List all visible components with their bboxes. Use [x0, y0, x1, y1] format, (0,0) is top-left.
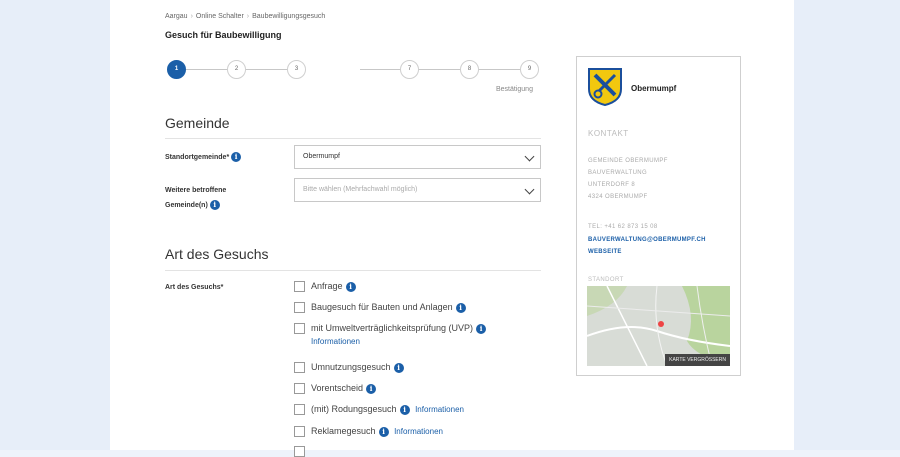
- info-icon[interactable]: i: [378, 426, 389, 437]
- step-8[interactable]: 8: [460, 60, 479, 79]
- location-map[interactable]: KARTE VERGRÖSSERN: [587, 286, 730, 366]
- section-title-art: Art des Gesuchs: [165, 246, 269, 262]
- checkbox[interactable]: [294, 362, 305, 374]
- divider: [165, 138, 541, 139]
- email-link[interactable]: BAUVERWALTUNG@OBERMUMPF.CH: [588, 237, 706, 243]
- address-line: UNTERDORF 8: [588, 182, 636, 188]
- checkbox[interactable]: [294, 383, 305, 395]
- option-label: mit Umweltverträglichkeitsprüfung (UVP): [311, 323, 474, 333]
- chevron-down-icon: [524, 184, 535, 195]
- option-label: Umnutzungsgesuch: [311, 362, 391, 372]
- breadcrumb-item[interactable]: Online Schalter: [196, 13, 244, 20]
- stepper-line: [360, 69, 530, 70]
- phone-number: TEL: +41 62 873 15 08: [588, 224, 658, 230]
- standortgemeinde-value: Obermumpf: [303, 153, 340, 160]
- step-1[interactable]: 1: [167, 60, 186, 79]
- info-icon[interactable]: i: [209, 200, 220, 211]
- chevron-down-icon: [524, 151, 535, 162]
- checkbox[interactable]: [294, 323, 305, 335]
- checkbox-option[interactable]: Vorentscheid i: [294, 383, 377, 395]
- option-label: Baugesuch für Bauten und Anlagen: [311, 302, 453, 312]
- section-title-gemeinde: Gemeinde: [165, 115, 230, 131]
- step-7[interactable]: 7: [400, 60, 419, 79]
- checkbox[interactable]: [294, 302, 305, 314]
- contact-card: Obermumpf KONTAKT GEMEINDE OBERMUMPF BAU…: [576, 56, 741, 376]
- address-line: 4324 OBERMUMPF: [588, 194, 648, 200]
- informationen-link[interactable]: Informationen: [311, 337, 360, 346]
- checkbox[interactable]: [294, 404, 305, 416]
- standort-heading: STANDORT: [588, 277, 624, 283]
- enlarge-map-button[interactable]: KARTE VERGRÖSSERN: [665, 354, 730, 366]
- breadcrumb-item: Baubewilligungsgesuch: [252, 13, 326, 20]
- option-label: Anfrage: [311, 281, 343, 291]
- checkbox-option[interactable]: Reklamegesuch i Informationen: [294, 426, 443, 438]
- checkbox[interactable]: [294, 446, 305, 457]
- weitere-gemeinde-label-line2: Gemeinde(n): [165, 202, 208, 209]
- weitere-gemeinde-label-line1: Weitere betroffene: [165, 187, 227, 194]
- page-background-left: [0, 0, 110, 450]
- kontakt-heading: KONTAKT: [588, 129, 629, 138]
- checkbox-option[interactable]: (mit) Rodungsgesuch i Informationen: [294, 404, 464, 416]
- checkbox[interactable]: [294, 426, 305, 438]
- page-title: Gesuch für Baubewilligung: [165, 30, 282, 40]
- standortgemeinde-select[interactable]: Obermumpf: [294, 145, 541, 169]
- info-icon[interactable]: i: [455, 302, 466, 313]
- info-icon[interactable]: i: [366, 383, 377, 394]
- option-label: (mit) Rodungsgesuch: [311, 404, 397, 414]
- breadcrumb-item[interactable]: Aargau: [165, 13, 188, 20]
- art-des-gesuchs-label: Art des Gesuchs*: [165, 284, 224, 291]
- org-name: Obermumpf: [631, 84, 677, 93]
- address-line: BAUVERWALTUNG: [588, 170, 648, 176]
- divider: [165, 270, 541, 271]
- step-3[interactable]: 3: [287, 60, 306, 79]
- checkbox-option[interactable]: Baugesuch für Bauten und Anlagen i: [294, 302, 466, 314]
- coat-of-arms-icon: [588, 68, 622, 107]
- main-page: Aargau › Online Schalter › Baubewilligungsge…: [110, 0, 794, 457]
- weitere-gemeinde-select[interactable]: Bitte wählen (Mehrfachwahl möglich): [294, 178, 541, 202]
- option-label: Vorentscheid: [311, 383, 364, 393]
- standort-label-text: Standortgemeinde*: [165, 154, 230, 161]
- step-caption: Bestätigung: [496, 86, 533, 93]
- weitere-gemeinde-placeholder: Bitte wählen (Mehrfachwahl möglich): [303, 186, 418, 193]
- info-icon[interactable]: i: [345, 281, 356, 292]
- option-label: Reklamegesuch: [311, 426, 376, 436]
- checkbox-option-partial[interactable]: [294, 446, 311, 457]
- address-line: GEMEINDE OBERMUMPF: [588, 158, 668, 164]
- page-background-right: [794, 0, 900, 450]
- breadcrumb: Aargau › Online Schalter › Baubewilligungsge…: [165, 13, 326, 20]
- weitere-gemeinde-label: Weitere betroffene Gemeinde(n) i: [165, 183, 226, 213]
- info-icon[interactable]: i: [476, 323, 487, 334]
- checkbox[interactable]: [294, 281, 305, 293]
- checkbox-option[interactable]: Umnutzungsgesuch i: [294, 362, 404, 374]
- info-icon[interactable]: i: [231, 152, 242, 163]
- website-link[interactable]: WEBSEITE: [588, 249, 622, 255]
- info-icon[interactable]: i: [393, 362, 404, 373]
- checkbox-option[interactable]: mit Umweltverträglichkeitsprüfung (UVP) i…: [294, 323, 487, 346]
- step-2[interactable]: 2: [227, 60, 246, 79]
- informationen-link[interactable]: Informationen: [415, 405, 464, 414]
- checkbox-option[interactable]: Anfrage i: [294, 281, 356, 293]
- step-9[interactable]: 9: [520, 60, 539, 79]
- informationen-link[interactable]: Informationen: [394, 427, 443, 436]
- standort-label: Standortgemeinde* i: [165, 150, 242, 165]
- stepper-gap: [300, 69, 356, 70]
- info-icon[interactable]: i: [399, 404, 410, 415]
